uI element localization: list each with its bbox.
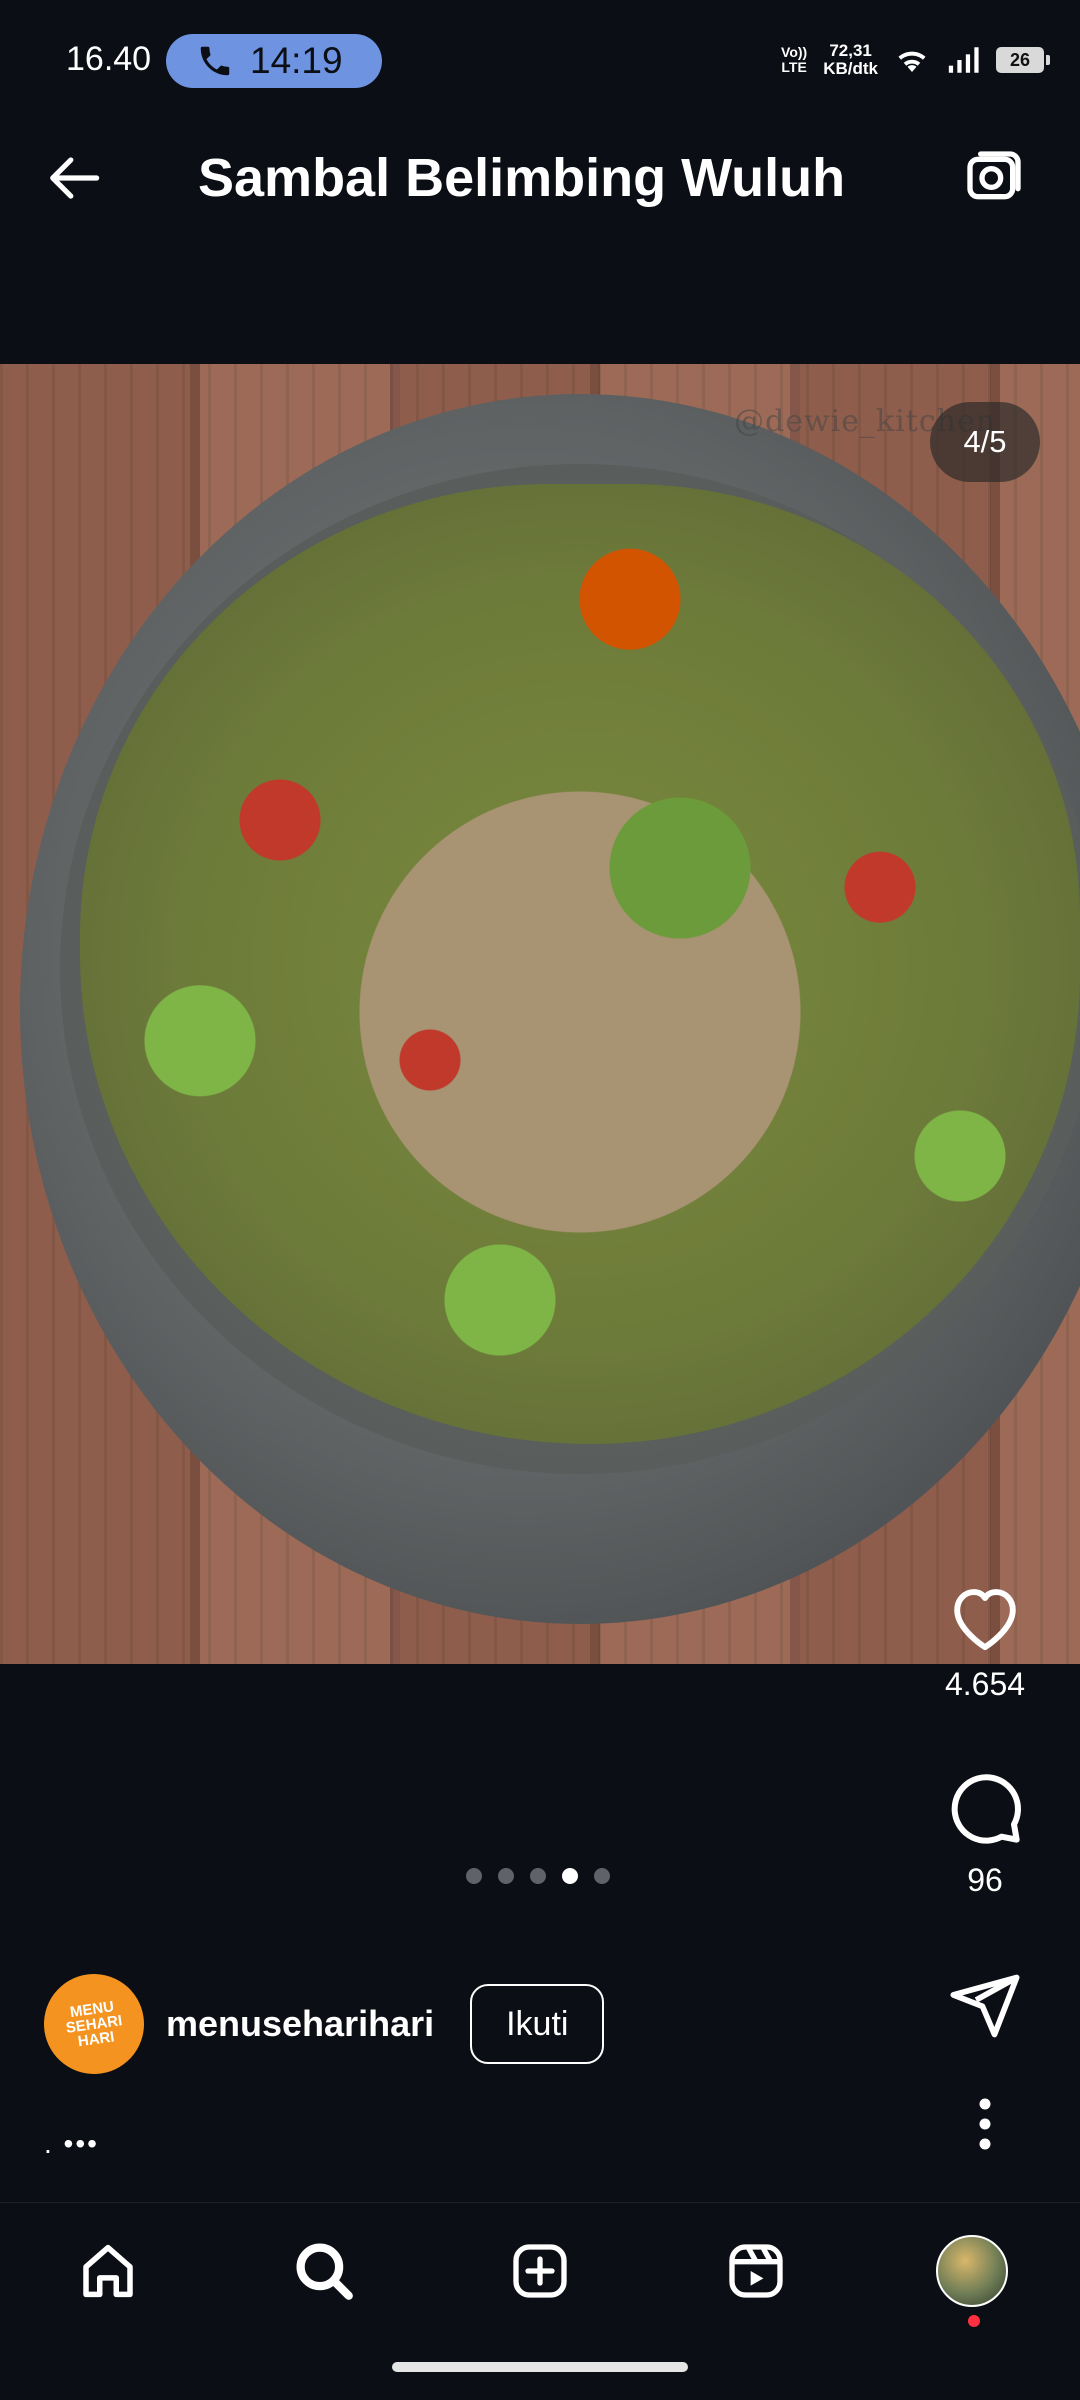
phone-icon — [200, 46, 230, 76]
carousel-dot — [594, 1868, 610, 1884]
carousel-dot — [530, 1868, 546, 1884]
caption-truncated[interactable]: . ••• — [44, 2128, 99, 2160]
carousel-indicator — [466, 1868, 610, 1884]
heart-icon[interactable] — [945, 1580, 1025, 1652]
search-icon — [296, 2243, 353, 2300]
signal-icon — [948, 47, 979, 73]
wifi-icon — [898, 51, 926, 72]
post-author: MENU SEHARI HARI menuseharihari Ikuti — [37, 1967, 605, 2081]
more-vertical-icon[interactable] — [965, 2094, 1005, 2154]
clock: 16.40 — [66, 40, 152, 78]
reels-icon — [729, 2244, 783, 2298]
back-button[interactable] — [40, 142, 112, 214]
carousel-dot — [466, 1868, 482, 1884]
share-action — [910, 1968, 1060, 2044]
like-count: 4.654 — [944, 1666, 1026, 1702]
nav-profile[interactable] — [922, 2231, 1022, 2311]
sambal-food — [80, 484, 1080, 1444]
page-title: Sambal Belimbing Wuluh — [198, 148, 846, 208]
battery-icon: 26 — [996, 47, 1050, 73]
status-bar: 16.40 14:19 Vo)) LTE 72,31 KB/dtk 26 — [0, 0, 1080, 92]
follow-button[interactable]: Ikuti — [470, 1984, 605, 2064]
ongoing-call-chip[interactable]: 14:19 — [166, 34, 382, 88]
camera-icon — [967, 151, 1021, 200]
nav-search[interactable] — [274, 2231, 374, 2311]
nav-home[interactable] — [58, 2231, 158, 2311]
image-counter: 4/5 — [930, 402, 1040, 482]
volte-indicator: Vo)) LTE — [781, 44, 808, 75]
arrow-left-icon — [50, 157, 100, 199]
more-action — [910, 2094, 1060, 2154]
profile-avatar — [936, 2235, 1008, 2307]
post-image[interactable]: @dewie_kitchen 4/5 — [0, 364, 1080, 1664]
top-app-bar: Sambal Belimbing Wuluh — [0, 92, 1080, 362]
avatar[interactable]: MENU SEHARI HARI — [37, 1967, 151, 2081]
notification-dot — [968, 2315, 980, 2327]
carousel-dot — [498, 1868, 514, 1884]
status-icons: Vo)) LTE 72,31 KB/dtk 26 — [781, 40, 1050, 80]
comment-action: 96 — [910, 1768, 1060, 1899]
author-username[interactable]: menuseharihari — [166, 2003, 434, 2045]
comment-icon[interactable] — [945, 1768, 1025, 1848]
like-action: 4.654 — [910, 1580, 1060, 1703]
add-post-icon — [513, 2244, 567, 2298]
nav-reels[interactable] — [706, 2231, 806, 2311]
network-speed: 72,31 KB/dtk — [823, 41, 878, 78]
home-icon — [83, 2244, 133, 2298]
call-timer: 14:19 — [250, 40, 343, 81]
gesture-home-indicator[interactable] — [392, 2362, 688, 2372]
comment-count: 96 — [967, 1862, 1003, 1898]
nav-create[interactable] — [490, 2231, 590, 2311]
carousel-dot-active — [562, 1868, 578, 1884]
send-icon[interactable] — [947, 1968, 1023, 2044]
camera-button[interactable] — [958, 142, 1030, 214]
